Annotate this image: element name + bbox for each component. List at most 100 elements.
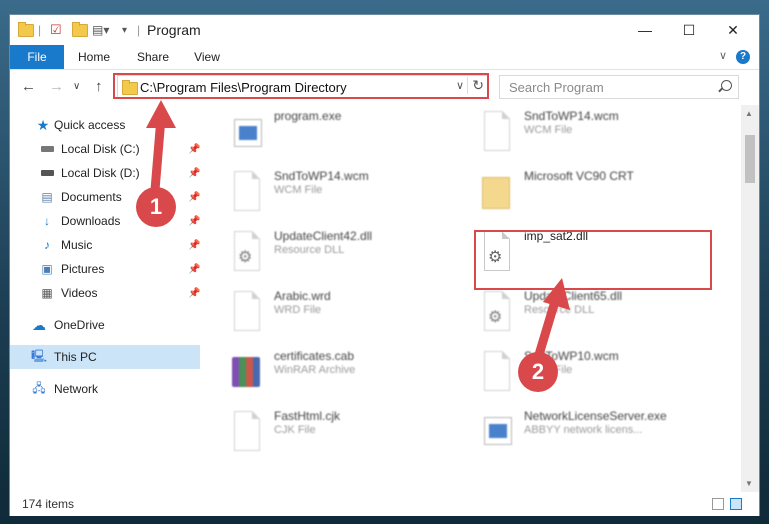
- file-type: Resource DLL: [274, 244, 345, 256]
- file-name: UpdateClient42.dll: [274, 229, 373, 243]
- scrollbar-thumb[interactable]: [745, 135, 755, 183]
- sidebar-item-label: Downloads: [61, 214, 121, 228]
- documents-icon: ▤: [41, 190, 53, 204]
- pin-icon[interactable]: 📌: [188, 216, 200, 227]
- network-icon: 🖧: [32, 380, 46, 395]
- up-button[interactable]: ↑: [95, 78, 103, 95]
- file-type: WCM File: [274, 184, 323, 196]
- pin-icon[interactable]: 📌: [188, 240, 200, 251]
- computer-icon: 🖳: [31, 348, 48, 363]
- sidebar-item-local-disk-d[interactable]: Local Disk (D:) 📌: [10, 161, 200, 185]
- file-type: WRD File: [274, 304, 322, 316]
- file-item[interactable]: Microsoft VC90 CRT: [480, 169, 720, 225]
- sidebar-item-label: Documents: [61, 190, 122, 204]
- file-item[interactable]: ⚙ UpdateClient42.dll Resource DLL: [230, 229, 470, 285]
- separator: |: [137, 23, 141, 37]
- pin-icon[interactable]: 📌: [188, 288, 200, 299]
- tiles-view-icon[interactable]: [730, 498, 742, 510]
- sidebar-item-this-pc[interactable]: 🖳 This PC: [10, 345, 200, 369]
- file-highlight-box: [474, 230, 712, 290]
- sidebar-item-label: Quick access: [54, 118, 126, 132]
- file-type: CJK File: [274, 424, 316, 436]
- file-item[interactable]: program.exe: [230, 109, 470, 165]
- drive-icon: [40, 166, 54, 180]
- sidebar-item-label: Music: [61, 238, 93, 252]
- sidebar-item-local-disk-c[interactable]: Local Disk (C:) 📌: [10, 137, 200, 161]
- star-icon: ★: [36, 116, 50, 133]
- file-item[interactable]: NetworkLicenseServer.exe ABBYY network l…: [480, 409, 720, 465]
- pictures-icon: ▣: [41, 262, 53, 276]
- toolbar-dropdown-icon[interactable]: ▾: [122, 22, 127, 38]
- details-view-icon[interactable]: [712, 498, 724, 510]
- help-icon[interactable]: ?: [736, 50, 750, 64]
- new-folder-icon[interactable]: [72, 21, 88, 38]
- file-icon: [230, 411, 262, 455]
- file-type: WCM File: [524, 124, 573, 136]
- back-button[interactable]: ←: [21, 78, 36, 95]
- file-name: program.exe: [274, 109, 342, 123]
- ribbon: File Home Share View ∨ ?: [10, 45, 759, 70]
- download-icon: ↓: [44, 214, 50, 228]
- program-exe-icon: [230, 111, 262, 155]
- file-name: Microsoft VC90 CRT: [524, 169, 634, 183]
- separator: |: [38, 23, 42, 37]
- tab-view[interactable]: View: [188, 45, 226, 69]
- file-item[interactable]: ⚙ UpdateClient65.dll Resource DLL: [480, 289, 720, 345]
- search-box[interactable]: Search Program: [499, 75, 739, 99]
- file-item[interactable]: SndToWP14.wcm WCM File: [480, 109, 720, 165]
- file-item[interactable]: SndToWP14.wcm WCM File: [230, 169, 470, 225]
- sidebar-item-label: Network: [54, 382, 99, 396]
- item-count: 174 items: [22, 497, 75, 511]
- sidebar-item-label: Videos: [61, 286, 98, 300]
- file-item[interactable]: Arabic.wrd WRD File: [230, 289, 470, 345]
- file-icon: [230, 291, 262, 335]
- step-marker-1: 1: [136, 187, 176, 227]
- file-type: WinRAR Archive: [274, 364, 356, 376]
- tab-home[interactable]: Home: [72, 45, 116, 69]
- file-item[interactable]: certificates.cab WinRAR Archive: [230, 349, 470, 405]
- tab-share[interactable]: Share: [131, 45, 175, 69]
- sidebar-item-videos[interactable]: ▦ Videos 📌: [10, 281, 200, 305]
- sidebar-item-label: Local Disk (D:): [61, 166, 140, 180]
- sidebar-item-label: Pictures: [61, 262, 105, 276]
- minimize-button[interactable]: —: [622, 15, 668, 45]
- expand-ribbon-icon[interactable]: ∨: [719, 49, 727, 62]
- pin-icon[interactable]: 📌: [188, 168, 200, 179]
- sidebar-item-label: This PC: [54, 350, 97, 364]
- file-name: NetworkLicenseServer.exe: [524, 409, 667, 423]
- sidebar-item-onedrive[interactable]: ☁ OneDrive: [10, 313, 200, 337]
- pin-icon[interactable]: 📌: [188, 264, 200, 275]
- vertical-scrollbar[interactable]: ▲ ▼: [741, 105, 759, 492]
- videos-icon: ▦: [41, 286, 53, 300]
- customize-toolbar-icon[interactable]: ▤▾: [92, 22, 109, 38]
- forward-button[interactable]: →: [49, 78, 64, 95]
- scroll-down-icon[interactable]: ▼: [745, 479, 753, 488]
- file-item[interactable]: SndToWP10.wcm WCM File: [480, 349, 720, 405]
- file-icon: [230, 171, 262, 215]
- tab-file[interactable]: File: [10, 45, 64, 69]
- address-highlight-box: [113, 73, 489, 99]
- cloud-icon: ☁: [32, 316, 46, 333]
- title-bar: | ☑ ▤▾ ▾ | Program — ☐ ✕: [10, 15, 759, 45]
- pin-icon[interactable]: 📌: [188, 192, 200, 203]
- search-input[interactable]: Search Program: [509, 80, 604, 95]
- quick-access-folder-icon[interactable]: [18, 21, 34, 38]
- scroll-up-icon[interactable]: ▲: [745, 109, 753, 118]
- recent-locations-button[interactable]: ∨: [73, 81, 80, 92]
- file-name: certificates.cab: [274, 349, 355, 363]
- properties-icon[interactable]: ☑: [50, 22, 62, 38]
- file-name: SndToWP14.wcm: [524, 109, 619, 123]
- sidebar-item-music[interactable]: ♪ Music 📌: [10, 233, 200, 257]
- archive-icon: [230, 351, 262, 395]
- file-type: ABBYY network licens...: [524, 424, 643, 436]
- sidebar-item-network[interactable]: 🖧 Network: [10, 377, 200, 401]
- maximize-button[interactable]: ☐: [666, 15, 712, 45]
- search-icon[interactable]: [721, 80, 732, 91]
- pin-icon[interactable]: 📌: [188, 144, 200, 155]
- close-button[interactable]: ✕: [710, 15, 756, 45]
- sidebar-item-quick-access[interactable]: ★ Quick access: [10, 113, 200, 137]
- sidebar-item-pictures[interactable]: ▣ Pictures 📌: [10, 257, 200, 281]
- file-item[interactable]: FastHtml.cjk CJK File: [230, 409, 470, 465]
- file-name: FastHtml.cjk: [274, 409, 340, 423]
- dll-icon: ⚙: [230, 231, 262, 275]
